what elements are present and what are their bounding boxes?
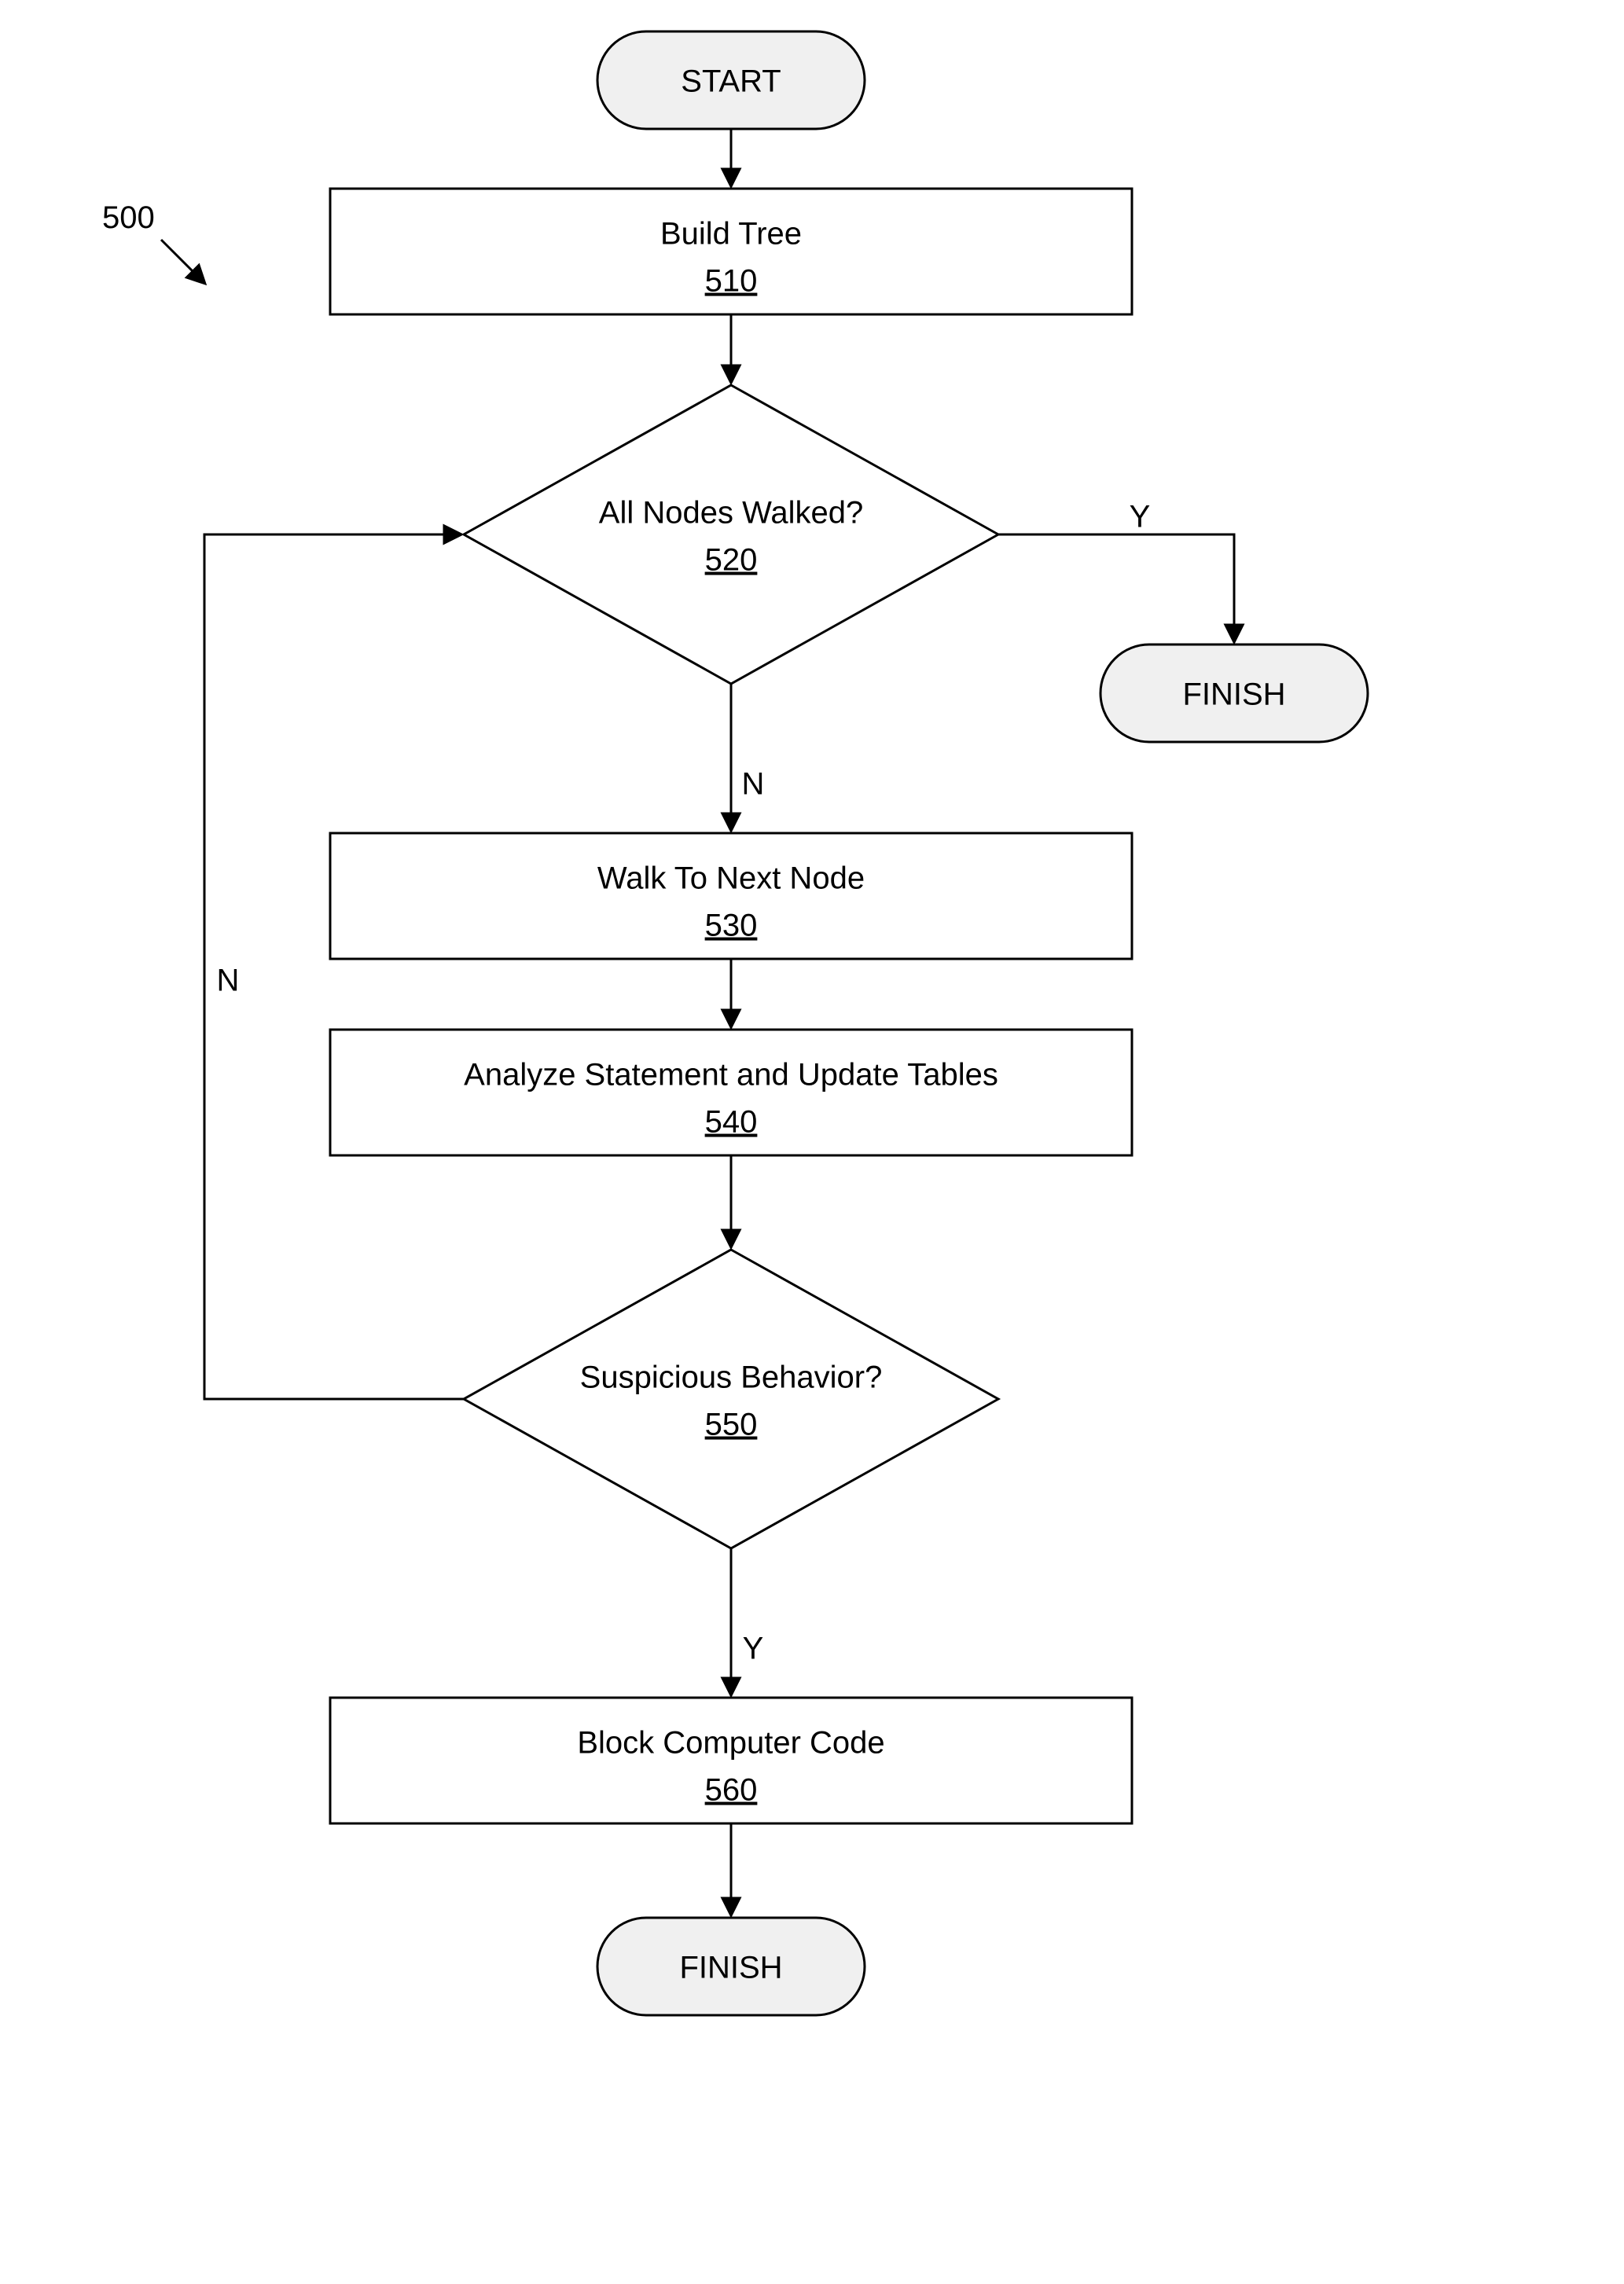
- decision-all-nodes-walked-label: All Nodes Walked?: [599, 496, 863, 531]
- branch-suspicious-no: N: [217, 964, 240, 998]
- process-build-tree-ref: 510: [705, 264, 758, 299]
- terminal-start-label: START: [681, 64, 781, 99]
- flowchart-diagram: 500 START Build Tree 510 All Nodes Walke…: [0, 0, 1624, 2284]
- decision-all-nodes-walked-ref: 520: [705, 543, 758, 578]
- figure-ref-number: 500: [102, 200, 155, 235]
- branch-allwalked-yes: Y: [1130, 500, 1151, 534]
- edge-suspicious-no-loop: [204, 534, 464, 1399]
- process-analyze-statement-ref: 540: [705, 1105, 758, 1140]
- branch-suspicious-yes: Y: [743, 1632, 764, 1666]
- process-build-tree-label: Build Tree: [660, 217, 802, 252]
- decision-all-nodes-walked: [464, 385, 998, 684]
- terminal-finish-yes-label: FINISH: [1182, 677, 1285, 712]
- decision-suspicious-behavior-label: Suspicious Behavior?: [580, 1360, 883, 1395]
- process-walk-next-node-label: Walk To Next Node: [597, 861, 865, 896]
- process-block-computer-code-ref: 560: [705, 1773, 758, 1808]
- decision-suspicious-behavior: [464, 1250, 998, 1548]
- process-block-computer-code-label: Block Computer Code: [577, 1726, 884, 1761]
- process-analyze-statement-label: Analyze Statement and Update Tables: [464, 1058, 998, 1092]
- terminal-finish-bottom-label: FINISH: [679, 1951, 782, 1985]
- branch-allwalked-no: N: [742, 767, 765, 802]
- process-walk-next-node-ref: 530: [705, 909, 758, 943]
- decision-suspicious-behavior-ref: 550: [705, 1408, 758, 1442]
- figure-ref-arrow: [161, 240, 204, 283]
- edge-allwalked-yes: [998, 534, 1234, 641]
